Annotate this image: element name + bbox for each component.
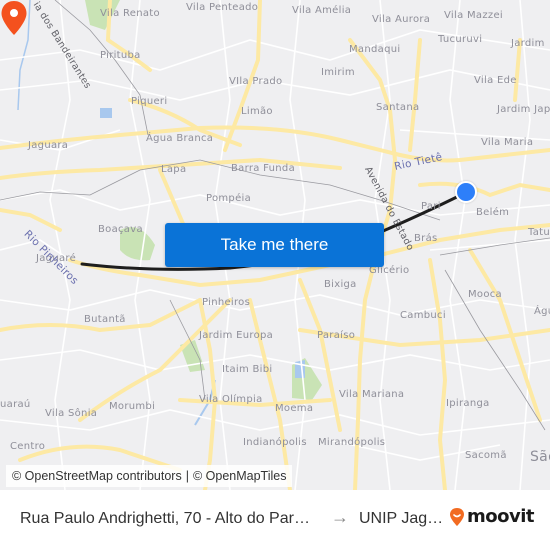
map-label: Vila Mazzei — [444, 10, 503, 21]
destination-name: UNIP Jag… — [359, 510, 444, 527]
map-label: Limão — [241, 106, 273, 117]
map-label: Tatu — [528, 227, 550, 238]
map-label: Vila Renato — [100, 8, 160, 19]
map-label: Tucuruvi — [438, 34, 483, 45]
map-label: Sacomã — [465, 450, 507, 461]
map-label: Jaguara — [28, 140, 69, 151]
map-label: Santana — [376, 102, 420, 113]
map-label: Vila Amélia — [292, 5, 352, 16]
map-label: Pari — [421, 201, 441, 212]
map-label: Água — [534, 306, 550, 317]
arrow-right-icon: → — [331, 507, 349, 527]
map-label: Morumbi — [109, 401, 156, 412]
map-label: Água Branca — [146, 133, 214, 144]
moovit-wordmark: moovit — [467, 506, 535, 527]
map-label: uaraú — [0, 399, 31, 410]
map-label: Boaçava — [98, 224, 143, 235]
map-label: Vila Penteado — [186, 2, 259, 13]
map-label: Brás — [414, 233, 438, 244]
map-label: Barra Funda — [231, 163, 295, 174]
map-label: Mooca — [468, 289, 502, 300]
map-label: Vila Olímpia — [199, 394, 263, 405]
map-label: Lapa — [161, 164, 187, 175]
lake — [100, 108, 112, 118]
map-label: Vila Maria — [481, 137, 534, 148]
map-label: Mandaqui — [349, 44, 401, 55]
map-label: Ipiranga — [446, 398, 490, 409]
trip-footer: Rua Paulo Andrighetti, 70 - Alto do Par…… — [0, 490, 550, 550]
take-me-there-button[interactable]: Take me there — [165, 223, 384, 267]
map-label: VIla Prado — [229, 76, 283, 87]
attribution-separator: | — [185, 469, 189, 483]
map-label: Paraíso — [317, 330, 356, 341]
map-label: Piqueri — [131, 96, 168, 107]
map-attribution: © OpenStreetMap contributors | © OpenMap… — [6, 465, 293, 487]
map-label: Vila Ede — [474, 75, 517, 86]
moovit-pin-icon — [450, 507, 464, 526]
map-label: Pompéia — [206, 193, 252, 204]
map-label: Vila Sônia — [45, 408, 98, 419]
map-label: Centro — [10, 441, 46, 452]
map-label: Jardim Europa — [199, 330, 274, 341]
map-label: Vila Aurora — [372, 14, 431, 25]
map-label: Jardim Jap — [497, 104, 550, 115]
map-label: Indianópolis — [243, 437, 307, 448]
map-label: Itaim Bibi — [222, 364, 273, 375]
map-label: Bixiga — [324, 279, 357, 290]
omt-attribution-link[interactable]: © OpenMapTiles — [193, 469, 287, 483]
map-label: Pinheiros — [202, 297, 251, 308]
map-label: Mirandópolis — [318, 437, 386, 448]
map-label: Imirim — [321, 67, 355, 78]
map-label: Jardim — [511, 38, 545, 49]
osm-attribution-link[interactable]: © OpenStreetMap contributors — [12, 469, 182, 483]
map-label: São — [530, 449, 550, 465]
destination-pin-icon[interactable] — [0, 0, 28, 36]
moovit-logo[interactable]: moovit — [449, 506, 535, 527]
map-label: Moema — [275, 403, 314, 414]
map-label: Butantã — [84, 314, 126, 325]
lake — [295, 360, 305, 378]
origin-address: Rua Paulo Andrighetti, 70 - Alto do Par… — [20, 510, 310, 527]
map-view[interactable]: Vila Renato Vila Penteado Vila Amélia Vi… — [0, 0, 550, 490]
map-label: Belém — [476, 207, 510, 218]
map-label: Cambuci — [400, 310, 446, 321]
map-label: Vila Mariana — [339, 389, 405, 400]
origin-pin-icon[interactable] — [455, 181, 477, 203]
map-label: Pirituba — [100, 50, 141, 61]
